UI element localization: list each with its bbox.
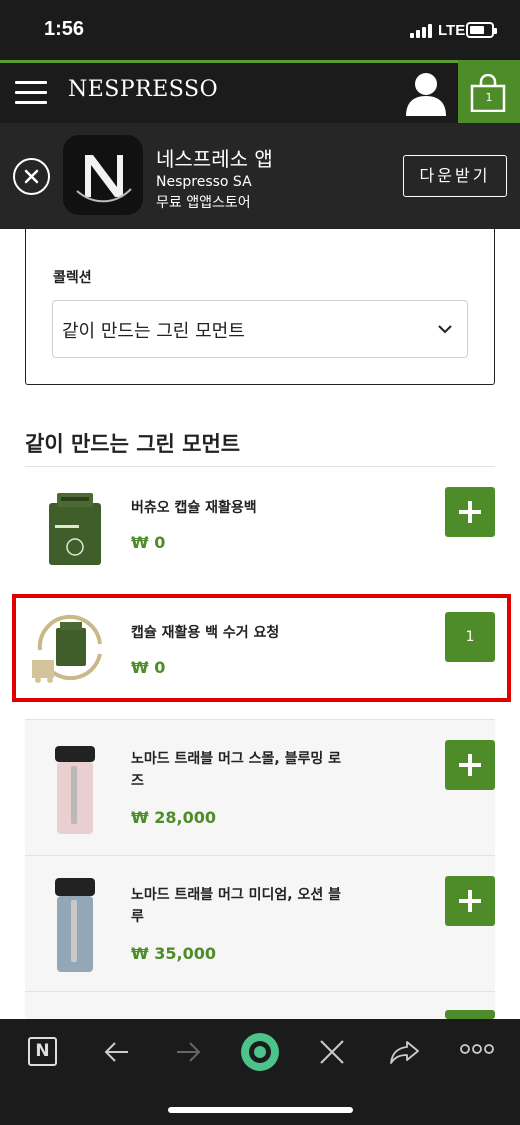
battery-icon — [466, 22, 497, 38]
app-icon[interactable] — [63, 135, 143, 215]
travel-mug-pink-image — [55, 746, 95, 834]
status-time: 1:56 — [44, 18, 85, 40]
forward-arrow-icon[interactable] — [171, 1035, 205, 1069]
filter-label: 콜렉션 — [53, 270, 92, 286]
nespresso-n-icon[interactable]: N — [28, 1037, 57, 1066]
menu-icon[interactable] — [15, 81, 47, 105]
network-label: LTE — [438, 22, 466, 39]
product-name[interactable]: 버츄오 캡슐 재활용백 — [131, 497, 341, 519]
download-button[interactable]: 다운받기 — [403, 155, 507, 197]
product-row[interactable]: 노마드 트래블 머그 미디엄, 오션 블루 ₩ 35,000 — [25, 856, 495, 991]
collection-select-value: 같이 만드는 그린 모먼트 — [62, 321, 245, 342]
product-row[interactable] — [25, 992, 495, 1019]
site-header: NESPRESSO 1 — [0, 60, 520, 123]
cart-button[interactable]: 1 — [458, 60, 520, 123]
add-to-cart-button[interactable] — [445, 740, 495, 790]
product-price: ₩ 35,000 — [131, 944, 216, 963]
product-name[interactable]: 노마드 트래블 머그 스몰, 블루밍 로즈 — [131, 748, 341, 792]
recycling-bag-image — [49, 493, 101, 565]
highlight-box — [12, 594, 511, 702]
home-circle-icon[interactable] — [240, 1032, 280, 1072]
share-icon[interactable] — [388, 1035, 422, 1069]
user-icon[interactable] — [404, 69, 448, 117]
product-name[interactable]: 노마드 트래블 머그 미디엄, 오션 블루 — [131, 884, 341, 928]
add-to-cart-button[interactable] — [445, 876, 495, 926]
banner-close-button[interactable] — [13, 158, 50, 195]
close-icon — [24, 169, 39, 184]
nespresso-n-logo-icon — [76, 155, 132, 203]
product-price: ₩ 0 — [131, 533, 166, 552]
app-store-text: 무료 앱앱스토어 — [156, 195, 251, 211]
add-to-cart-button[interactable] — [445, 1010, 495, 1019]
travel-mug-blue-image — [55, 878, 95, 972]
add-to-cart-button[interactable] — [445, 487, 495, 537]
collection-select[interactable]: 같이 만드는 그린 모먼트 — [52, 300, 468, 358]
collection-filter: 콜렉션 같이 만드는 그린 모먼트 — [25, 229, 495, 385]
signal-icon — [410, 24, 434, 38]
app-name: 네스프레소 앱 — [156, 147, 273, 171]
nespresso-logo[interactable]: NESPRESSO — [68, 77, 218, 102]
section-title: 같이 만드는 그린 모먼트 — [25, 432, 241, 456]
app-install-banner: 네스프레소 앱 Nespresso SA 무료 앱앱스토어 다운받기 — [0, 123, 520, 229]
back-arrow-icon[interactable] — [100, 1035, 134, 1069]
chevron-down-icon — [438, 325, 452, 334]
product-price: ₩ 28,000 — [131, 808, 216, 827]
product-row[interactable]: 버츄오 캡슐 재활용백 ₩ 0 — [25, 467, 495, 592]
cart-count: 1 — [485, 91, 493, 104]
close-icon[interactable] — [315, 1035, 349, 1069]
product-row[interactable]: 노마드 트래블 머그 스몰, 블루밍 로즈 ₩ 28,000 — [25, 720, 495, 855]
more-icon[interactable] — [460, 1042, 494, 1056]
status-bar: 1:56 LTE — [0, 0, 520, 60]
home-indicator[interactable] — [168, 1107, 353, 1113]
app-publisher: Nespresso SA — [156, 174, 252, 190]
